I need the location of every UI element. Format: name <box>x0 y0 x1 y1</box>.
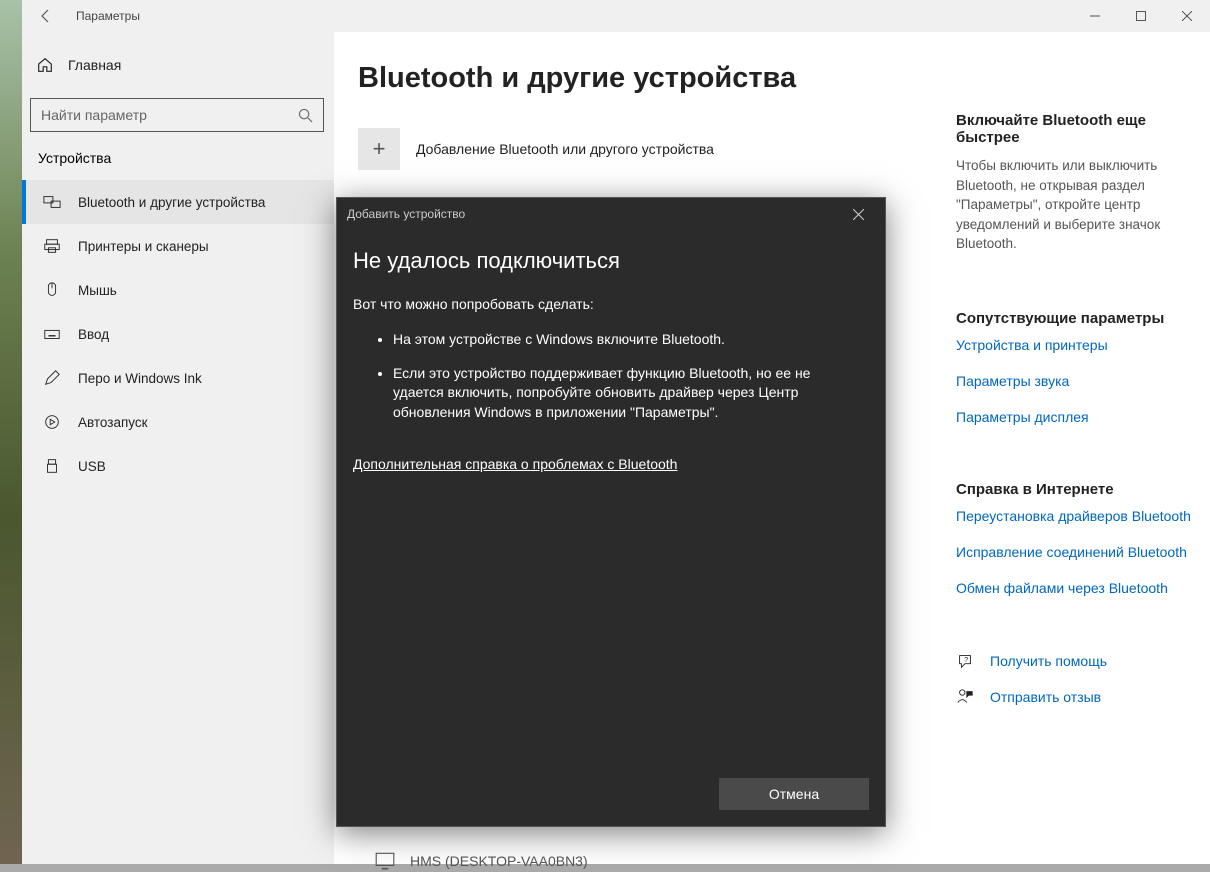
dialog-help-link[interactable]: Дополнительная справка о проблемах с Blu… <box>353 456 677 472</box>
add-device-row[interactable]: + Добавление Bluetooth или другого устро… <box>358 128 714 170</box>
search-icon <box>298 108 313 123</box>
rp-title-related: Сопутствующие параметры <box>956 310 1196 327</box>
add-device-dialog: Добавить устройство Не удалось подключит… <box>336 197 886 827</box>
plus-icon: + <box>358 128 400 170</box>
page-title: Bluetooth и другие устройства <box>358 62 796 95</box>
keyboard-icon <box>42 325 62 343</box>
dialog-bullet: На этом устройстве с Windows включите Bl… <box>393 330 869 350</box>
link-display-settings[interactable]: Параметры дисплея <box>956 409 1196 425</box>
sidebar-nav: Bluetooth и другие устройства Принтеры и… <box>22 180 334 488</box>
nav-item-autoplay[interactable]: Автозапуск <box>22 400 334 444</box>
feedback-action[interactable]: Отправить отзыв <box>956 688 1196 706</box>
link-bt-file-sharing[interactable]: Обмен файлами через Bluetooth <box>956 580 1196 596</box>
usb-icon <box>42 457 62 475</box>
window-controls <box>1072 0 1210 32</box>
nav-label: Принтеры и сканеры <box>78 239 209 254</box>
get-help-label: Получить помощь <box>990 653 1107 669</box>
feedback-icon <box>956 688 974 706</box>
link-reinstall-bt-drivers[interactable]: Переустановка драйверов Bluetooth <box>956 508 1196 524</box>
back-button[interactable] <box>22 0 70 32</box>
help-icon: ? <box>956 652 974 670</box>
nav-label: Перо и Windows Ink <box>78 371 202 386</box>
sidebar: Главная Устройства Bluetooth и другие ус… <box>22 32 334 864</box>
nav-item-printers[interactable]: Принтеры и сканеры <box>22 224 334 268</box>
printer-icon <box>42 237 62 255</box>
bluetooth-devices-icon <box>42 193 62 211</box>
link-devices-printers[interactable]: Устройства и принтеры <box>956 337 1196 353</box>
nav-item-pen[interactable]: Перо и Windows Ink <box>22 356 334 400</box>
close-button[interactable] <box>1164 0 1210 32</box>
maximize-button[interactable] <box>1118 0 1164 32</box>
rp-title-bluetooth-tip: Включайте Bluetooth еще быстрее <box>956 112 1196 146</box>
dialog-subheading: Вот что можно попробовать сделать: <box>353 296 869 312</box>
search-box[interactable] <box>30 98 324 132</box>
dialog-body: Не удалось подключиться Вот что можно по… <box>337 230 885 826</box>
feedback-label: Отправить отзыв <box>990 689 1101 705</box>
nav-label: Bluetooth и другие устройства <box>78 195 265 210</box>
window-title: Параметры <box>76 9 140 23</box>
autoplay-icon <box>42 413 62 431</box>
search-input[interactable] <box>41 107 298 123</box>
background-strip <box>0 0 22 864</box>
dialog-header: Добавить устройство <box>337 198 885 230</box>
dialog-close-button[interactable] <box>841 198 875 230</box>
dialog-heading: Не удалось подключиться <box>353 248 869 274</box>
pen-icon <box>42 369 62 387</box>
link-fix-bt-connections[interactable]: Исправление соединений Bluetooth <box>956 544 1196 560</box>
link-sound-settings[interactable]: Параметры звука <box>956 373 1196 389</box>
sidebar-home[interactable]: Главная <box>22 44 334 86</box>
nav-label: Автозапуск <box>78 415 148 430</box>
device-name: HMS (DESKTOP-VAA0BN3) <box>410 853 588 869</box>
nav-item-mouse[interactable]: Мышь <box>22 268 334 312</box>
dialog-title: Добавить устройство <box>347 207 465 221</box>
add-device-label: Добавление Bluetooth или другого устройс… <box>416 141 714 157</box>
nav-item-usb[interactable]: USB <box>22 444 334 488</box>
dialog-list: На этом устройстве с Windows включите Bl… <box>393 330 869 422</box>
dialog-cancel-button[interactable]: Отмена <box>719 778 869 810</box>
svg-text:?: ? <box>964 655 968 664</box>
nav-label: USB <box>78 459 106 474</box>
sidebar-home-label: Главная <box>68 57 121 73</box>
device-row[interactable]: HMS (DESKTOP-VAA0BN3) <box>374 850 588 872</box>
rp-text-bluetooth-tip: Чтобы включить или выключить Bluetooth, … <box>956 156 1196 254</box>
mouse-icon <box>42 281 62 299</box>
monitor-icon <box>374 850 396 872</box>
minimize-button[interactable] <box>1072 0 1118 32</box>
nav-label: Ввод <box>78 327 109 342</box>
titlebar: Параметры <box>22 0 1210 32</box>
right-pane: Включайте Bluetooth еще быстрее Чтобы вк… <box>956 112 1210 724</box>
dialog-bullet: Если это устройство поддерживает функцию… <box>393 364 869 423</box>
get-help-action[interactable]: ? Получить помощь <box>956 652 1196 670</box>
nav-label: Мышь <box>78 283 117 298</box>
sidebar-section-title: Устройства <box>22 132 334 174</box>
home-icon <box>36 56 54 74</box>
nav-item-typing[interactable]: Ввод <box>22 312 334 356</box>
rp-title-web-help: Справка в Интернете <box>956 481 1196 498</box>
nav-item-bluetooth[interactable]: Bluetooth и другие устройства <box>22 180 334 224</box>
